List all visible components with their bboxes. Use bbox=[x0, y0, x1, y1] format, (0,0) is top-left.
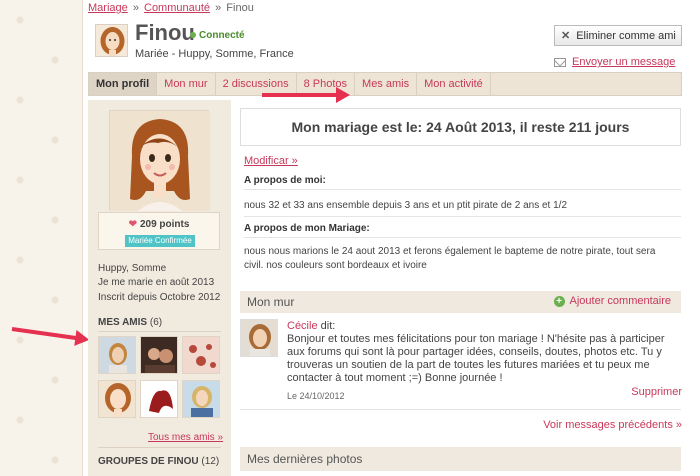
plus-icon: + bbox=[553, 295, 565, 307]
breadcrumb-separator: » bbox=[132, 2, 139, 14]
tab-mon-mur[interactable]: Mon mur bbox=[157, 73, 216, 95]
wedding-countdown-banner: Mon mariage est le: 24 Août 2013, il res… bbox=[240, 108, 681, 146]
comment-said: dit: bbox=[320, 320, 336, 332]
about-me-text: nous 32 et 33 ans ensemble depuis 3 ans … bbox=[244, 200, 568, 211]
groups-heading-label: GROUPES DE FINOU bbox=[98, 456, 199, 467]
profile-avatar bbox=[109, 110, 210, 211]
breadcrumb-link-communaute[interactable]: Communauté bbox=[144, 2, 210, 14]
sidebar-wedding-date: Je me marie en août 2013 bbox=[98, 277, 215, 288]
remove-friend-button[interactable]: ✕ Eliminer comme ami bbox=[554, 25, 682, 46]
delete-comment-link[interactable]: Supprimer bbox=[631, 386, 682, 398]
points-box: ❤ 209 points Mariée Confirmée bbox=[98, 212, 220, 250]
sidebar-member-since: Inscrit depuis Octobre 2012 bbox=[98, 292, 221, 303]
online-status-label: Connecté bbox=[199, 30, 245, 41]
close-icon: ✕ bbox=[561, 30, 571, 42]
breadcrumb: Mariage » Communauté » Finou bbox=[88, 2, 254, 14]
profile-subtitle: Mariée - Huppy, Somme, France bbox=[135, 48, 294, 60]
add-comment-label: Ajouter commentaire bbox=[569, 295, 672, 307]
about-me-heading: A propos de moi: bbox=[244, 175, 326, 186]
online-status: Connecté bbox=[190, 30, 245, 41]
online-dot-icon bbox=[190, 32, 196, 39]
all-friends-link[interactable]: Tous mes amis » bbox=[148, 432, 223, 443]
comment-header: Cécile dit: bbox=[287, 320, 335, 332]
divider bbox=[244, 189, 681, 190]
sidebar-location: Huppy, Somme bbox=[98, 263, 167, 274]
breadcrumb-link-mariage[interactable]: Mariage bbox=[88, 2, 128, 14]
profile-avatar-small[interactable] bbox=[95, 24, 128, 57]
heart-icon: ❤ bbox=[128, 219, 137, 230]
status-badge: Mariée Confirmée bbox=[125, 235, 195, 247]
divider bbox=[244, 216, 681, 217]
comment-author-avatar[interactable] bbox=[240, 319, 278, 357]
friends-heading: MES AMIS (6) bbox=[98, 317, 162, 328]
edit-profile-link[interactable]: Modificar » bbox=[244, 155, 298, 167]
points-label: ❤ 209 points bbox=[99, 219, 219, 230]
breadcrumb-current: Finou bbox=[226, 2, 254, 14]
remove-friend-label: Eliminer comme ami bbox=[576, 29, 676, 42]
send-message-link[interactable]: Envoyer un message bbox=[554, 56, 675, 68]
about-wedding-text: nous nous marions le 24 aout 2013 et fer… bbox=[244, 246, 656, 271]
friend-avatar[interactable] bbox=[182, 380, 220, 418]
profile-tabs: Mon profil Mon mur 2 discussions 8 Photo… bbox=[88, 72, 682, 96]
tab-mes-amis[interactable]: Mes amis bbox=[355, 73, 418, 95]
comment-date: Le 24/10/2012 bbox=[287, 391, 345, 401]
about-wedding-heading: A propos de mon Mariage: bbox=[244, 223, 370, 234]
points-value: 209 points bbox=[139, 219, 190, 230]
tab-mon-activite[interactable]: Mon activité bbox=[417, 73, 491, 95]
tab-mon-profil[interactable]: Mon profil bbox=[89, 73, 158, 95]
profile-sidebar: ❤ 209 points Mariée Confirmée Huppy, Somm… bbox=[88, 100, 231, 476]
send-message-label: Envoyer un message bbox=[572, 56, 676, 68]
add-comment-button[interactable]: + Ajouter commentaire bbox=[553, 295, 672, 307]
photos-title: Mes dernières photos bbox=[247, 452, 363, 466]
divider bbox=[98, 447, 221, 448]
annotation-arrow-tab bbox=[262, 87, 350, 103]
friend-avatar[interactable] bbox=[182, 336, 220, 374]
wall-title: Mon mur bbox=[247, 295, 295, 309]
friend-avatar[interactable] bbox=[98, 380, 136, 418]
groups-count: (12) bbox=[201, 456, 220, 467]
friends-heading-label: MES AMIS bbox=[98, 317, 148, 328]
friend-avatar[interactable] bbox=[140, 380, 178, 418]
breadcrumb-separator: » bbox=[215, 2, 222, 14]
previous-messages-link[interactable]: Voir messages précédents » bbox=[543, 419, 682, 431]
profile-name: Finou bbox=[135, 20, 195, 45]
friends-count: (6) bbox=[149, 317, 163, 328]
friend-avatar[interactable] bbox=[98, 336, 136, 374]
divider bbox=[244, 237, 681, 238]
comment-body: Bonjour et toutes mes félicitations pour… bbox=[287, 333, 665, 384]
wall-header: Mon mur + Ajouter commentaire bbox=[240, 291, 681, 313]
tab-discussions[interactable]: 2 discussions bbox=[216, 73, 297, 95]
groups-heading: GROUPES DE FINOU (12) bbox=[98, 456, 219, 467]
divider bbox=[98, 331, 221, 332]
comment-author-link[interactable]: Cécile bbox=[287, 320, 318, 332]
friend-avatar[interactable] bbox=[140, 336, 178, 374]
photos-header: Mes dernières photos bbox=[240, 447, 681, 471]
annotation-arrow-friends bbox=[11, 327, 80, 341]
envelope-icon bbox=[554, 57, 566, 67]
divider bbox=[240, 409, 681, 410]
